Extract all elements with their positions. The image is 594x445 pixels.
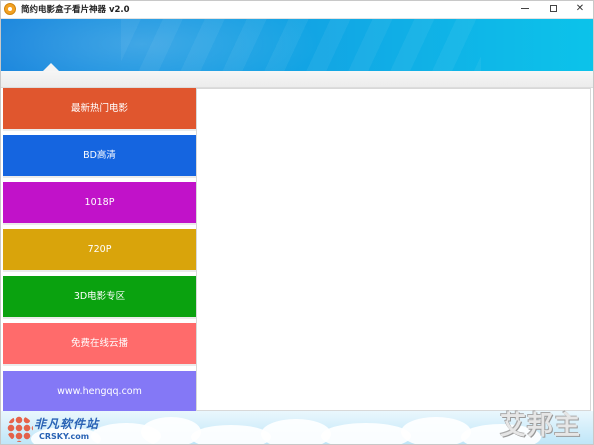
nav-button-website[interactable]: www.hengqq.com bbox=[3, 371, 196, 412]
maximize-button[interactable] bbox=[539, 1, 567, 17]
nav-button-3d-movies[interactable]: 3D电影专区 bbox=[3, 276, 196, 317]
title-bar[interactable]: 简约电影盒子看片神器 v2.0 ✕ bbox=[1, 1, 593, 19]
watermark-title: 非凡软件站 bbox=[34, 417, 100, 431]
selection-pointer-icon bbox=[43, 63, 59, 71]
corner-watermark: 艾邦主 bbox=[500, 411, 582, 441]
watermark-logo-icon bbox=[7, 416, 33, 442]
header-rays bbox=[121, 19, 481, 71]
minimize-button[interactable] bbox=[511, 1, 539, 17]
nav-button-bd-hd[interactable]: BD高清 bbox=[3, 135, 196, 176]
nav-button-free-cloud-play[interactable]: 免费在线云播 bbox=[3, 323, 196, 364]
app-logo-icon bbox=[4, 3, 16, 15]
crsky-watermark: 非凡软件站 CRSKY.com bbox=[7, 414, 112, 444]
header-banner bbox=[1, 19, 593, 71]
nav-button-1018p[interactable]: 1018P bbox=[3, 182, 196, 223]
app-window: 简约电影盒子看片神器 v2.0 ✕ 最新热门电影 BD高清 1018P 720P… bbox=[0, 0, 594, 445]
nav-button-latest-movies[interactable]: 最新热门电影 bbox=[3, 88, 196, 129]
window-title: 简约电影盒子看片神器 v2.0 bbox=[21, 5, 130, 15]
content-panel bbox=[196, 88, 591, 411]
watermark-domain: CRSKY.com bbox=[39, 432, 90, 441]
close-button[interactable]: ✕ bbox=[566, 1, 593, 17]
maximize-icon bbox=[549, 4, 557, 12]
minimize-icon bbox=[521, 7, 529, 9]
nav-button-720p[interactable]: 720P bbox=[3, 229, 196, 270]
close-icon: ✕ bbox=[575, 3, 585, 14]
category-sidebar: 最新热门电影 BD高清 1018P 720P 3D电影专区 免费在线云播 www… bbox=[3, 88, 196, 414]
header-divider-band bbox=[1, 71, 593, 88]
